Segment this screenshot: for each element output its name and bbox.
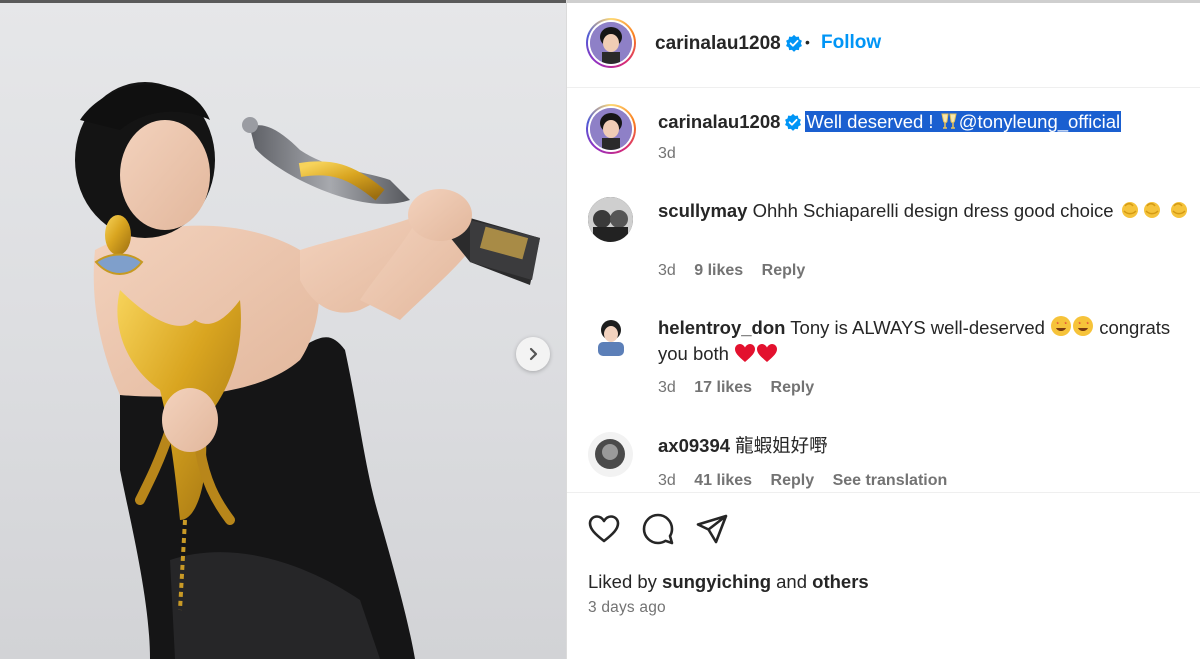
caption-body: Well deserved ! <box>806 111 939 132</box>
star-struck-icon <box>1073 316 1094 336</box>
author-username-text[interactable]: carinalau1208 <box>655 33 781 54</box>
caption-meta: 3d <box>658 145 690 163</box>
comment-time[interactable]: 3d <box>658 262 676 279</box>
chevron-right-icon <box>529 347 538 361</box>
comment-item: scullymay Ohhh Schiaparelli design dress… <box>567 197 1200 287</box>
post-actions <box>587 512 729 546</box>
comment-item: ax09394 龍蝦姐好嘢 3d 41 likes Reply See tran… <box>567 432 1200 492</box>
comment-likes[interactable]: 9 likes <box>694 262 743 279</box>
liked-by-user[interactable]: sungyiching <box>662 571 771 592</box>
header-separator: • <box>805 34 810 50</box>
comment-username[interactable]: helentroy_don <box>658 317 785 338</box>
clapping-hands-icon <box>1143 202 1160 218</box>
caption-time[interactable]: 3d <box>658 145 676 162</box>
post-header: carinalau1208 • Follow <box>567 0 1200 88</box>
likes-summary: Liked by sungyiching and others <box>588 571 869 593</box>
caption: carinalau1208 Well deserved ! @tonyleung_… <box>567 104 1200 174</box>
clinking-glasses-icon <box>941 113 957 129</box>
mention-link[interactable]: @tonyleung_official <box>959 111 1120 132</box>
comment-time[interactable]: 3d <box>658 472 676 489</box>
likes-prefix: Liked by <box>588 571 657 592</box>
comment-body: 龍蝦姐好嘢 <box>735 435 828 456</box>
post-timestamp[interactable]: 3 days ago <box>588 599 666 617</box>
like-icon[interactable] <box>587 512 621 546</box>
reply-button[interactable]: Reply <box>771 472 815 489</box>
commenter-avatar[interactable] <box>588 432 633 477</box>
post-photo <box>75 82 540 659</box>
commenter-avatar[interactable] <box>588 197 633 242</box>
caption-selected-text: Well deserved ! @tonyleung_official <box>805 111 1122 132</box>
comment-username[interactable]: ax09394 <box>658 435 730 456</box>
red-heart-icon <box>757 344 778 362</box>
comment-meta: 3d 41 likes Reply See translation <box>658 472 961 490</box>
clapping-hands-icon <box>1170 202 1187 218</box>
caption-text: carinalau1208 Well deserved ! @tonyleung_… <box>658 109 1193 135</box>
comment-likes[interactable]: 41 likes <box>694 472 752 489</box>
share-icon[interactable] <box>695 512 729 546</box>
caption-username[interactable]: carinalau1208 <box>658 111 780 132</box>
carousel-next-button[interactable] <box>516 337 550 371</box>
liked-by-others[interactable]: others <box>812 571 869 592</box>
commenter-avatar[interactable] <box>588 314 633 359</box>
comment-text: ax09394 龍蝦姐好嘢 <box>658 433 1193 459</box>
follow-button[interactable]: Follow <box>821 32 881 54</box>
verified-icon <box>785 34 802 52</box>
star-struck-icon <box>1051 316 1072 336</box>
comment-meta: 3d 17 likes Reply <box>658 379 828 397</box>
clapping-hands-icon <box>1121 202 1138 218</box>
comment-text: scullymay Ohhh Schiaparelli design dress… <box>658 198 1193 224</box>
author-avatar[interactable] <box>586 18 636 68</box>
comment-username[interactable]: scullymay <box>658 200 747 221</box>
comment-body: Ohhh Schiaparelli design dress good choi… <box>752 200 1114 221</box>
likes-conjunction: and <box>776 571 808 592</box>
comment-item: helentroy_don Tony is ALWAYS well-deserv… <box>567 314 1200 404</box>
comment-time[interactable]: 3d <box>658 379 676 396</box>
caption-avatar[interactable] <box>586 104 636 154</box>
post-details-panel: carinalau1208 • Follow carinalau1208 Well… <box>567 0 1200 659</box>
actions-divider <box>567 492 1200 493</box>
verified-icon <box>785 113 802 131</box>
reply-button[interactable]: Reply <box>771 379 815 396</box>
red-heart-icon <box>735 344 756 362</box>
author-username[interactable]: carinalau1208 <box>655 33 803 55</box>
comment-icon[interactable] <box>641 512 675 546</box>
reply-button[interactable]: Reply <box>762 262 806 279</box>
comment-body: Tony is ALWAYS well-deserved <box>790 317 1045 338</box>
see-translation-link[interactable]: See translation <box>833 472 948 489</box>
comment-meta: 3d 9 likes Reply <box>658 262 819 280</box>
comment-text: helentroy_don Tony is ALWAYS well-deserv… <box>658 315 1193 367</box>
post-media[interactable] <box>0 0 566 659</box>
comment-likes[interactable]: 17 likes <box>694 379 752 396</box>
